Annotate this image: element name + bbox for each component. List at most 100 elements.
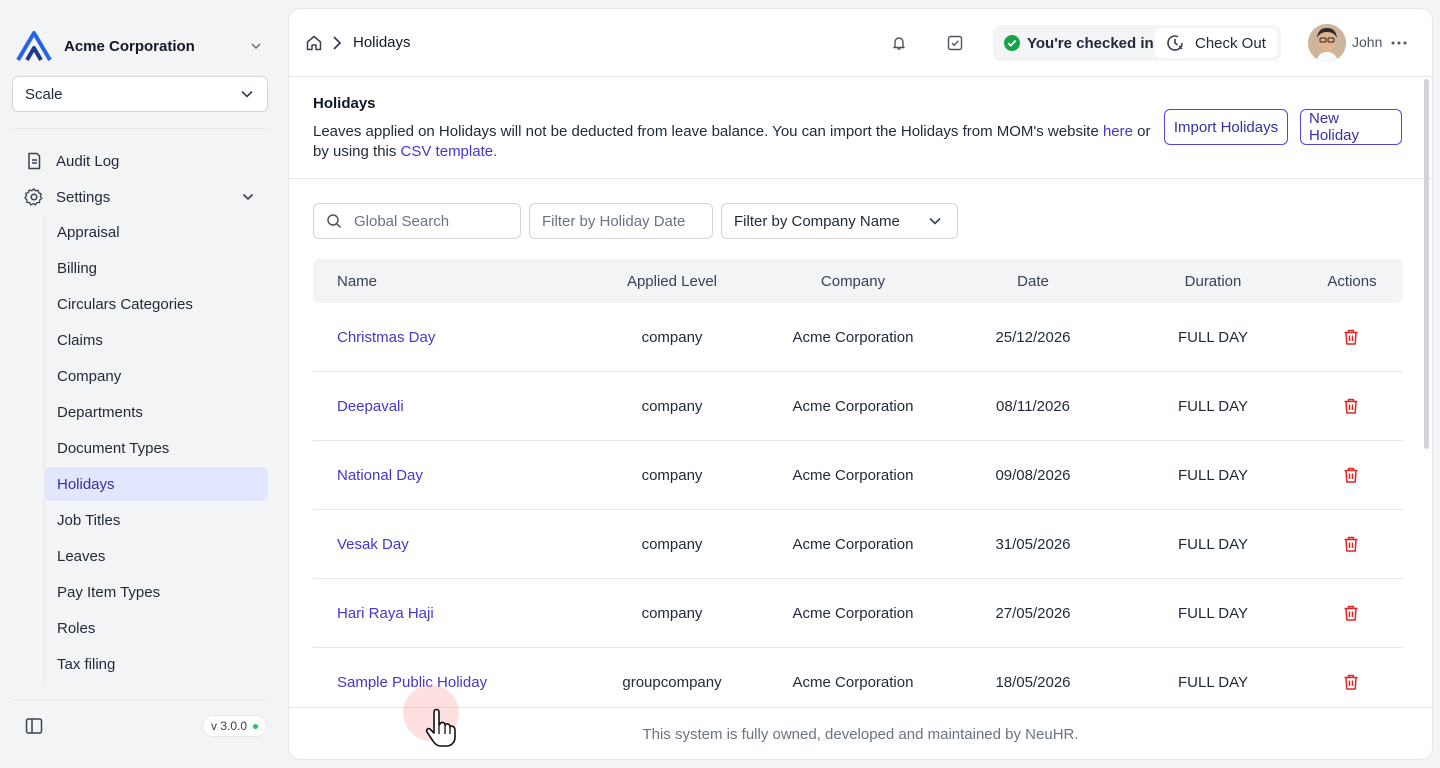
check-out-label: Check Out [1195,34,1266,52]
sidebar-item-leaves[interactable]: Leaves [45,539,268,573]
check-circle-icon [1004,35,1020,51]
applied-level-cell: company [641,328,703,346]
trash-icon [1344,605,1358,621]
company-cell: Acme Corporation [792,397,914,415]
sidebar-item-pay-item-types[interactable]: Pay Item Types [45,575,268,609]
chevron-down-icon [251,43,261,50]
duration-cell: FULL DAY [1177,673,1249,691]
scale-select[interactable]: Scale [12,76,268,112]
scrollbar[interactable] [1424,79,1429,449]
mom-website-link[interactable]: here [1103,123,1133,140]
date-cell: 31/05/2026 [995,535,1071,553]
divider [12,128,268,129]
org-switcher[interactable]: Acme Corporation [16,30,268,62]
holiday-name-link[interactable]: National Day [337,441,423,509]
search-icon [327,214,342,229]
duration-cell: FULL DAY [1177,328,1249,346]
trash-icon [1344,467,1358,483]
column-header-actions: Actions [1327,272,1377,290]
sidebar-item-departments[interactable]: Departments [45,395,268,429]
sidebar-item-roles[interactable]: Roles [45,611,268,645]
delete-button[interactable] [1342,648,1362,716]
holiday-date-filter[interactable] [529,203,713,239]
applied-level-cell: company [641,604,703,622]
breadcrumb-current: Holidays [353,34,411,51]
column-header-applied-level[interactable]: Applied Level [592,259,752,303]
new-holiday-button[interactable]: New Holiday [1300,109,1402,145]
footer-text: This system is fully owned, developed an… [642,726,1079,743]
applied-level-cell: groupcompany [622,673,722,691]
sidebar-item-billing[interactable]: Billing [45,251,268,285]
page-description: Leaves applied on Holidays will not be d… [313,122,1153,162]
date-cell: 25/12/2026 [995,328,1071,346]
table-row: Hari Raya Haji company Acme Corporation … [313,579,1403,648]
date-cell: 08/11/2026 [996,397,1070,415]
column-header-date[interactable]: Date [953,259,1113,303]
company-cell: Acme Corporation [792,466,914,484]
company-cell: Acme Corporation [792,535,914,553]
home-icon[interactable] [305,34,323,52]
sidebar-item-label: Settings [56,188,111,206]
top-bar: Holidays You're checked in Check Out Joh… [289,9,1432,77]
sidebar-item-job-titles[interactable]: Job Titles [45,503,268,537]
company-cell: Acme Corporation [792,328,914,346]
sidebar-item-circulars-categories[interactable]: Circulars Categories [45,287,268,321]
table-row: National Day company Acme Corporation 09… [313,441,1403,510]
main-panel: Holidays You're checked in Check Out Joh… [288,8,1433,760]
avatar[interactable] [1308,24,1346,62]
holiday-name-link[interactable]: Hari Raya Haji [337,579,434,647]
footer: This system is fully owned, developed an… [289,707,1432,759]
sidebar-item-document-types[interactable]: Document Types [45,431,268,465]
date-cell: 18/05/2026 [995,673,1071,691]
delete-button[interactable] [1342,579,1362,647]
holiday-name-link[interactable]: Deepavali [337,372,404,440]
trash-icon [1344,398,1358,414]
checkbox-icon[interactable] [946,34,964,52]
column-header-name[interactable]: Name [337,259,377,303]
date-cell: 27/05/2026 [995,604,1071,622]
holiday-date-input[interactable] [542,212,692,230]
pointer-cursor-icon [425,708,456,747]
org-name: Acme Corporation [64,37,195,55]
delete-button[interactable] [1342,303,1362,371]
holiday-name-link[interactable]: Vesak Day [337,510,409,578]
sidebar-item-appraisal[interactable]: Appraisal [45,215,268,249]
applied-level-cell: company [641,466,703,484]
delete-button[interactable] [1342,510,1362,578]
audit-log-icon [28,152,41,170]
page-title: Holidays [313,95,376,112]
column-header-company[interactable]: Company [773,259,933,303]
duration-cell: FULL DAY [1177,604,1249,622]
sidebar-item-company[interactable]: Company [45,359,268,393]
clock-icon [1167,35,1183,51]
scale-select-value: Scale [25,85,63,103]
sidebar-item-holidays[interactable]: Holidays [45,467,268,501]
sidebar-item-audit-log[interactable]: Audit Log [24,145,268,177]
user-name[interactable]: John [1352,34,1382,50]
delete-button[interactable] [1342,441,1362,509]
sidebar-toggle-icon[interactable] [24,716,44,736]
avatar-image [1308,24,1346,62]
status-dot [253,723,259,729]
csv-template-link[interactable]: CSV template. [401,143,498,160]
more-icon[interactable] [1390,35,1408,51]
import-holidays-button[interactable]: Import Holidays [1164,109,1288,145]
check-out-button[interactable]: Check Out [1155,28,1277,58]
duration-cell: FULL DAY [1177,466,1249,484]
sidebar-item-settings[interactable]: Settings [24,181,268,213]
holiday-name-link[interactable]: Christmas Day [337,303,435,371]
chevron-right-icon [333,36,342,50]
table-row: Deepavali company Acme Corporation 08/11… [313,372,1403,441]
sidebar: Acme Corporation Scale Audit Log Setting… [0,0,280,768]
sidebar-item-claims[interactable]: Claims [45,323,268,357]
column-header-duration[interactable]: Duration [1133,259,1293,303]
trash-icon [1344,674,1358,690]
bell-icon[interactable] [890,34,908,52]
delete-button[interactable] [1342,372,1362,440]
logo-icon [16,31,52,62]
sidebar-item-tax-filing[interactable]: Tax filing [45,647,268,681]
search-input[interactable] [354,212,504,230]
global-search[interactable] [313,203,521,239]
company-name-filter[interactable]: Filter by Company Name [721,203,958,239]
attendance-widget: You're checked in Check Out [993,25,1281,61]
